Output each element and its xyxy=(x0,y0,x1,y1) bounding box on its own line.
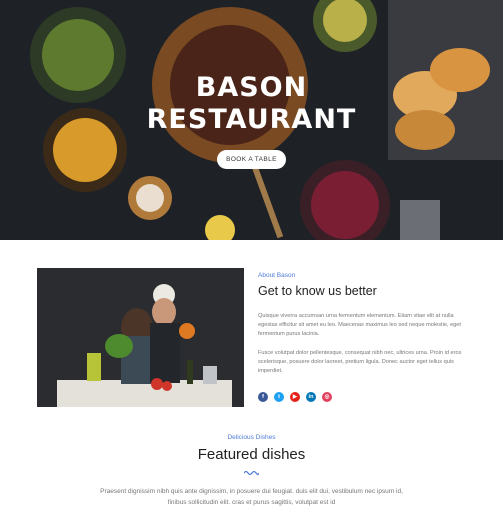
featured-eyebrow: Delicious Dishes xyxy=(227,434,276,441)
featured-text: Praesent dignissim nibh quis ante dignis… xyxy=(100,488,403,506)
about-title: Get to know us better xyxy=(258,284,377,298)
linkedin-icon[interactable]: in xyxy=(306,392,316,402)
youtube-icon[interactable]: ▶ xyxy=(290,392,300,402)
featured-title: Featured dishes xyxy=(197,446,306,463)
twitter-icon[interactable]: t xyxy=(274,392,284,402)
hero-banner: BASON RESTAURANT BOOK A TABLE xyxy=(0,0,503,240)
about-paragraph-1: Quisque viverra accumsan urna fermentum … xyxy=(258,313,461,337)
hero-title-line1: BASON xyxy=(195,72,308,103)
about-eyebrow: About Bason xyxy=(258,272,296,279)
facebook-icon[interactable]: f xyxy=(258,392,268,402)
hero-title-line2: RESTAURANT xyxy=(146,104,357,135)
wave-divider-icon xyxy=(244,470,259,476)
instagram-icon[interactable]: ◎ xyxy=(322,392,332,402)
book-table-button[interactable]: BOOK A TABLE xyxy=(217,150,286,169)
social-links: f t ▶ in ◎ xyxy=(258,392,332,402)
chefs-photo xyxy=(37,268,244,407)
about-paragraph-2: Fusce volutpat dolor pellentesque, conse… xyxy=(258,350,462,374)
